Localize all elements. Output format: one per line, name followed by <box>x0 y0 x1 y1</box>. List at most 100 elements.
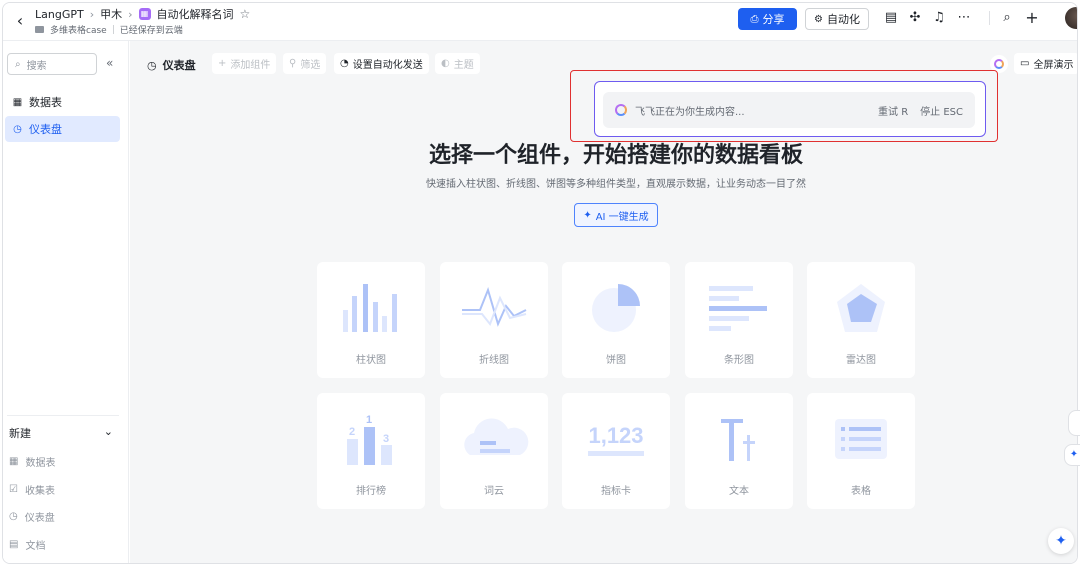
filter-label: 筛选 <box>300 60 321 71</box>
widget-card-radar[interactable]: 雷达图 <box>807 262 915 378</box>
save-status: 已经保存到云端 <box>119 26 183 36</box>
fullscreen-button[interactable]: ▭ 全屏演示 <box>1014 53 1077 74</box>
ai-side-icon[interactable]: ✦ <box>1064 444 1080 466</box>
add-widget-label: 添加组件 <box>230 60 271 71</box>
star-icon[interactable]: ☆ <box>240 7 251 21</box>
dashboard-icon: ◷ <box>147 58 157 72</box>
widget-card-word-cloud[interactable]: 词云 <box>440 393 548 509</box>
search-placeholder: 搜索 <box>26 60 47 72</box>
radar-chart-icon <box>837 284 885 332</box>
presentation-icon: ▭ <box>1020 58 1030 69</box>
dashboard-icon: ◷ <box>13 123 22 135</box>
word-cloud-icon <box>464 418 529 455</box>
doc-title[interactable]: 自动化解释名词 <box>157 6 234 22</box>
new-item-dashboard[interactable]: ◷ 仪表盘 <box>9 509 55 524</box>
app-window: ‹ LangGPT › 甲木 › ▦ 自动化解释名词 ☆ 多维表格case 已经… <box>2 2 1078 564</box>
top-bar: ‹ LangGPT › 甲木 › ▦ 自动化解释名词 ☆ 多维表格case 已经… <box>3 3 1077 41</box>
search-input[interactable]: ⌕ 搜索 <box>7 53 97 75</box>
share-label: 分享 <box>762 13 785 26</box>
ranking-number-2: 2 <box>349 426 355 438</box>
plugin-icon[interactable]: ✣ <box>907 10 923 26</box>
back-arrow-icon[interactable]: ‹ <box>11 12 29 30</box>
ai-generate-label: AI 一键生成 <box>595 211 649 223</box>
widget-card-table[interactable]: 表格 <box>807 393 915 509</box>
notes-icon[interactable]: ▤ <box>883 10 899 26</box>
widget-label: 词云 <box>484 486 504 497</box>
side-panel-handle[interactable] <box>1068 410 1080 436</box>
new-menu-toggle[interactable]: 新建 ⌄ <box>9 425 113 441</box>
widget-label: 柱状图 <box>356 355 386 366</box>
search-icon[interactable]: ⌕ <box>999 10 1015 26</box>
breadcrumb-item-workspace[interactable]: LangGPT <box>35 8 84 21</box>
divider <box>112 25 114 34</box>
sidebar-item-dashboard[interactable]: ◷ 仪表盘 <box>5 116 120 142</box>
ai-generate-button[interactable]: ✦ AI 一键生成 <box>574 203 658 227</box>
search-icon: ⌕ <box>15 58 21 70</box>
form-icon: ☑ <box>9 484 18 495</box>
share-icon: ⎙ <box>750 13 759 25</box>
dashboard-title: ◷ 仪表盘 <box>147 57 196 73</box>
share-button[interactable]: ⎙ 分享 <box>738 8 797 30</box>
ai-status-text: 飞飞正在为你生成内容... <box>635 106 745 118</box>
widget-card-text[interactable]: 文本 <box>685 393 793 509</box>
ai-status-bar: 飞飞正在为你生成内容... 重试 R 停止 ESC <box>603 92 975 128</box>
bar-chart-icon <box>343 284 397 332</box>
widget-label: 表格 <box>851 486 871 497</box>
table-widget-icon <box>835 419 887 459</box>
widget-card-bar[interactable]: 柱状图 <box>317 262 425 378</box>
clock-icon: ◔ <box>340 58 349 69</box>
automation-label: 自动化 <box>826 13 860 26</box>
widget-label: 饼图 <box>606 355 626 366</box>
widget-label: 排行榜 <box>356 486 386 497</box>
sidebar-item-table[interactable]: ▦ 数据表 <box>5 89 120 115</box>
filter-button[interactable]: ⚲ 筛选 <box>283 53 327 74</box>
stop-button[interactable]: 停止 ESC <box>920 103 963 118</box>
new-item-form[interactable]: ☑ 收集表 <box>9 482 55 497</box>
widget-card-line[interactable]: 折线图 <box>440 262 548 378</box>
new-item-doc[interactable]: ▤ 文档 <box>9 537 45 552</box>
table-icon: ▦ <box>12 96 23 108</box>
folder-name[interactable]: 多维表格case <box>50 23 107 36</box>
line-chart-icon <box>462 286 527 327</box>
widget-label: 指标卡 <box>601 486 631 497</box>
bell-icon[interactable]: ♫ <box>931 10 947 26</box>
breadcrumb-item-folder[interactable]: 甲木 <box>100 6 122 22</box>
doc-location: 多维表格case 已经保存到云端 <box>35 23 183 36</box>
widget-card-pie[interactable]: 饼图 <box>562 262 670 378</box>
folder-icon <box>35 26 44 33</box>
ai-assistant-float-button[interactable]: ✦ <box>1048 528 1074 554</box>
ranking-icon: 2 1 3 <box>347 414 392 465</box>
theme-button[interactable]: ◐ 主题 <box>435 53 480 74</box>
widget-card-horizontal-bar[interactable]: 条形图 <box>685 262 793 378</box>
new-item-label: 文档 <box>25 541 46 552</box>
palette-icon: ◐ <box>441 58 450 69</box>
new-item-table[interactable]: ▦ 数据表 <box>9 454 55 469</box>
more-icon[interactable]: ⋯ <box>956 10 972 26</box>
add-icon[interactable]: + <box>1024 10 1040 26</box>
divider <box>989 11 990 25</box>
widget-label: 雷达图 <box>846 355 876 366</box>
ai-generating-panel: 飞飞正在为你生成内容... 重试 R 停止 ESC <box>594 81 986 137</box>
widget-card-metric[interactable]: 1,123 指标卡 <box>562 393 670 509</box>
collapse-sidebar-icon[interactable]: « <box>106 56 113 70</box>
doc-icon: ▤ <box>9 539 19 550</box>
fullscreen-label: 全屏演示 <box>1033 60 1074 71</box>
ranking-number-1: 1 <box>366 414 372 426</box>
base-doc-icon: ▦ <box>138 8 151 20</box>
widget-card-ranking[interactable]: 2 1 3 排行榜 <box>317 393 425 509</box>
pie-chart-icon <box>592 284 640 332</box>
widget-label: 折线图 <box>479 355 509 366</box>
new-item-label: 收集表 <box>24 486 55 497</box>
widget-label: 文本 <box>729 486 749 497</box>
loading-spinner-icon <box>615 104 627 116</box>
avatar[interactable] <box>1065 7 1077 29</box>
auto-send-label: 设置自动化发送 <box>352 60 423 71</box>
automation-button[interactable]: ⚙ 自动化 <box>805 8 869 30</box>
add-widget-button[interactable]: + 添加组件 <box>212 53 277 74</box>
widget-label: 条形图 <box>724 355 754 366</box>
retry-button[interactable]: 重试 R <box>878 103 908 118</box>
sidebar: ⌕ 搜索 « ▦ 数据表 ◷ 仪表盘 新建 ⌄ ▦ 数据表 ☑ 收集表 ◷ 仪表… <box>3 41 129 563</box>
new-label: 新建 <box>9 427 31 440</box>
auto-send-button[interactable]: ◔ 设置自动化发送 <box>334 53 429 74</box>
add-icon: + <box>218 58 227 69</box>
